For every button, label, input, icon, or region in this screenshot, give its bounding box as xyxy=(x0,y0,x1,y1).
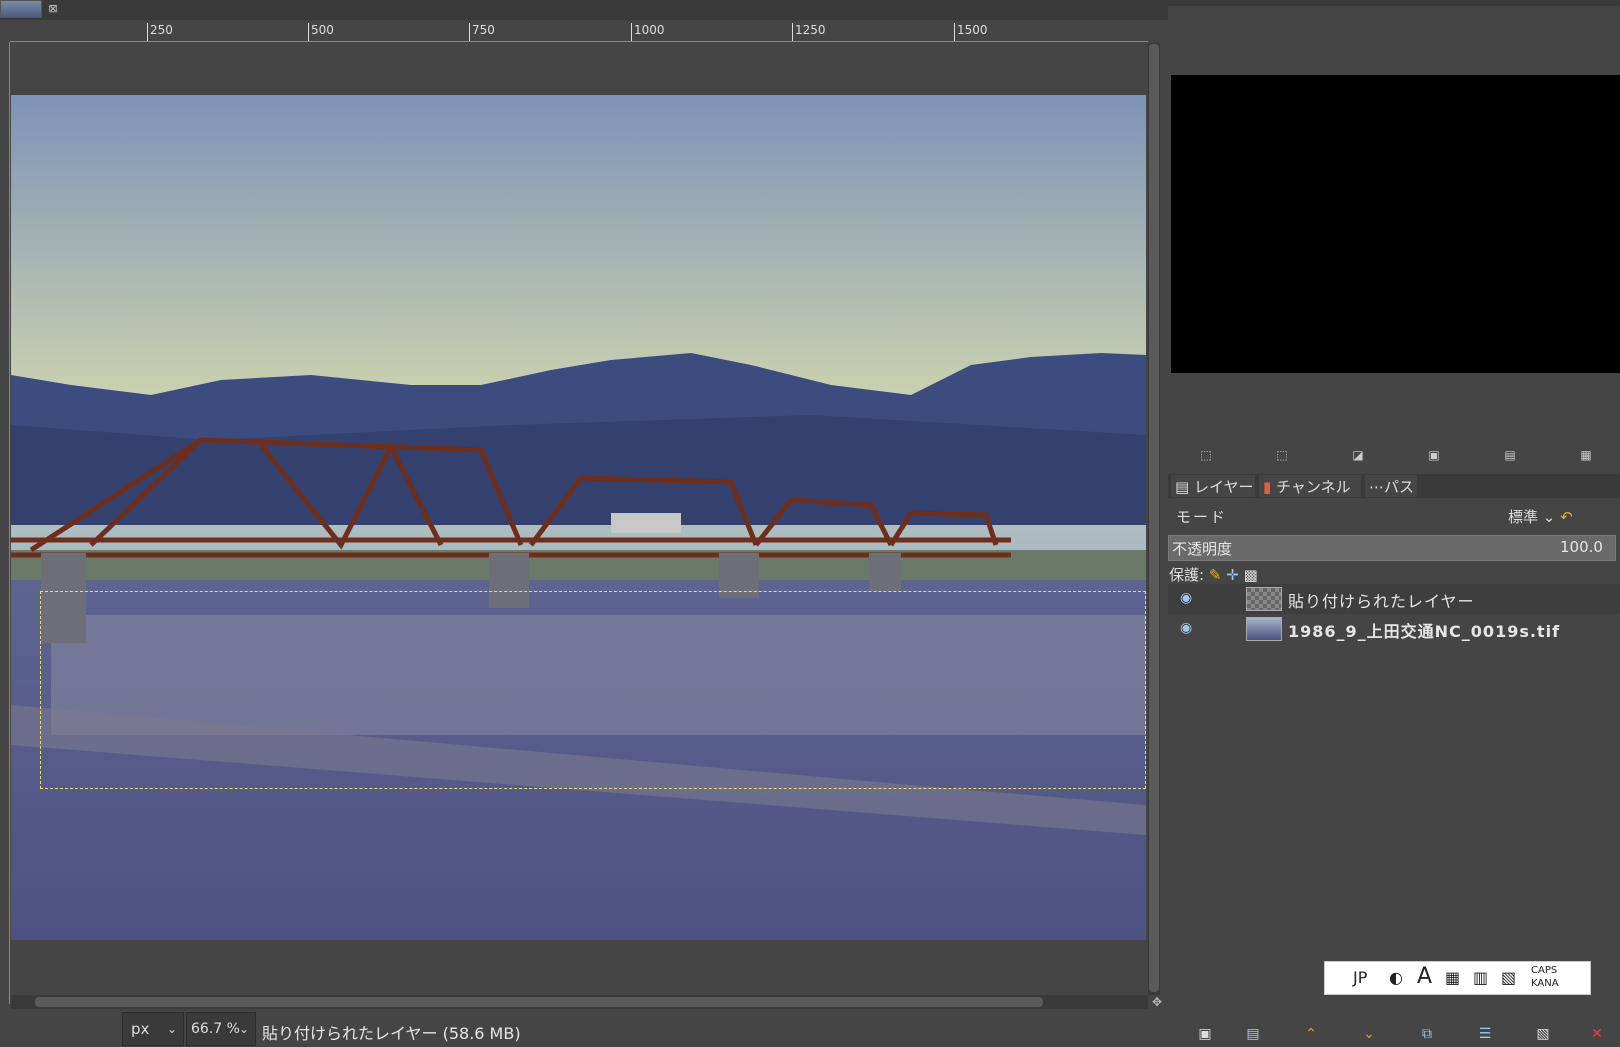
tab-layers[interactable]: ▤ レイヤー xyxy=(1170,474,1256,498)
ime-toolbar[interactable]: JP ◐ A ▦ ▥ ▧ CAPS KANA xyxy=(1324,961,1591,995)
vertical-scroll-thumb[interactable] xyxy=(1149,44,1159,992)
unit-select[interactable]: px ⌄ xyxy=(122,1012,184,1046)
caps-kana-indicator: CAPS KANA xyxy=(1531,964,1559,990)
tab-label: チャンネル xyxy=(1276,478,1351,496)
ruler-label: 1000 xyxy=(631,23,665,41)
new-icon[interactable]: ▤ xyxy=(1503,448,1517,462)
mode-value: 標準 xyxy=(1508,508,1539,526)
caps-text: CAPS xyxy=(1531,965,1558,976)
delete-layer-icon[interactable]: ✕ xyxy=(1588,1026,1606,1042)
paths-icon: ⋯ xyxy=(1369,478,1384,496)
unit-value: px xyxy=(131,1020,150,1038)
image-tab-strip xyxy=(0,0,1168,20)
selection-marquee xyxy=(40,591,1146,789)
status-text: 貼り付けられたレイヤー (58.6 MB) xyxy=(262,1024,521,1043)
mode-select[interactable]: 標準 ⌄ ↶ xyxy=(1508,506,1573,527)
mode-label: モード xyxy=(1176,508,1228,526)
photo-canvas[interactable] xyxy=(11,95,1146,940)
brush-preview xyxy=(1171,75,1620,373)
eye-icon[interactable]: ◉ xyxy=(1180,621,1198,635)
lower-layer-icon[interactable]: ⌄ xyxy=(1360,1026,1378,1042)
dock-header xyxy=(1168,0,1620,6)
new-group-icon[interactable]: ▤ xyxy=(1244,1026,1262,1042)
ruler-label: 750 xyxy=(469,23,495,41)
ruler-label: 250 xyxy=(147,23,173,41)
duplicate-icon[interactable]: ⧉ xyxy=(1418,1026,1436,1042)
tab-channels[interactable]: ▮ チャンネル xyxy=(1258,474,1362,498)
raise-layer-icon[interactable]: ⌃ xyxy=(1302,1026,1320,1042)
ruler-corner xyxy=(0,22,10,42)
tab-paths[interactable]: ⋯パス xyxy=(1364,474,1418,498)
layers-icon: ▤ xyxy=(1175,478,1190,496)
input-mode-icon[interactable]: A xyxy=(1417,964,1432,989)
channels-icon: ▮ xyxy=(1263,478,1272,496)
merge-icon[interactable]: ☰ xyxy=(1476,1026,1494,1042)
tab-label: レイヤー xyxy=(1193,478,1254,496)
vertical-ruler[interactable] xyxy=(0,42,10,1004)
delete-icon[interactable]: ▣ xyxy=(1427,448,1441,462)
opacity-slider[interactable] xyxy=(1168,535,1616,561)
chevron-down-icon: ⌄ xyxy=(166,1022,177,1036)
horizontal-ruler[interactable]: 250 500 750 1000 1250 1500 xyxy=(10,22,1148,42)
protect-row: 保護: ✎ ✛ ▩ xyxy=(1169,564,1258,585)
layer-row[interactable]: ◉ 1986_9_上田交通NC_0019s.tif xyxy=(1168,614,1620,644)
mask-icon[interactable]: ▧ xyxy=(1534,1026,1552,1042)
refresh-icon[interactable]: ▦ xyxy=(1579,448,1593,462)
reset-icon[interactable]: ↶ xyxy=(1560,508,1573,526)
image-tab-thumbnail[interactable] xyxy=(0,0,42,18)
new-layer-icon[interactable]: ▣ xyxy=(1196,1026,1214,1042)
eye-icon[interactable]: ◉ xyxy=(1180,591,1198,605)
layer-thumbnail xyxy=(1246,587,1282,611)
horizontal-scroll-thumb[interactable] xyxy=(35,997,1043,1007)
selection-icon[interactable]: ⬚ xyxy=(1275,448,1289,462)
layer-name: 1986_9_上田交通NC_0019s.tif xyxy=(1288,622,1561,641)
tool-icon[interactable]: ▦ xyxy=(1445,968,1460,987)
opacity-value: 100.0 xyxy=(1560,538,1603,556)
dictionary-icon[interactable]: ▥ xyxy=(1473,968,1488,987)
ruler-label: 500 xyxy=(308,23,334,41)
zoom-value: 66.7 % xyxy=(191,1021,240,1037)
tab-label: パス xyxy=(1384,478,1415,496)
moon-icon[interactable]: ◐ xyxy=(1389,968,1403,987)
layer-row[interactable]: ◉ 貼り付けられたレイヤー xyxy=(1168,584,1620,614)
opacity-label: 不透明度 xyxy=(1172,540,1233,558)
ruler-label: 1500 xyxy=(954,23,988,41)
alpha-icon[interactable]: ▩ xyxy=(1244,566,1258,584)
brush-icon[interactable]: ✎ xyxy=(1209,566,1222,584)
chevron-down-icon: ⌄ xyxy=(1542,508,1556,526)
close-icon[interactable]: ⊠ xyxy=(46,2,60,16)
protect-label: 保護: xyxy=(1169,566,1205,584)
layer-name: 貼り付けられたレイヤー xyxy=(1288,592,1475,611)
package-icon[interactable]: ▧ xyxy=(1501,968,1516,987)
navigate-icon[interactable]: ✥ xyxy=(1150,995,1164,1009)
zoom-select[interactable]: 66.7 % ⌄ xyxy=(186,1012,256,1046)
move-icon[interactable]: ✛ xyxy=(1226,566,1239,584)
chevron-down-icon: ⌄ xyxy=(238,1022,249,1036)
layer-thumbnail xyxy=(1246,617,1282,641)
ruler-label: 1250 xyxy=(792,23,826,41)
ime-lang[interactable]: JP xyxy=(1353,968,1367,987)
selection-icon[interactable]: ⬚ xyxy=(1199,448,1213,462)
kana-text: KANA xyxy=(1531,978,1559,989)
edit-icon[interactable]: ◪ xyxy=(1351,448,1365,462)
